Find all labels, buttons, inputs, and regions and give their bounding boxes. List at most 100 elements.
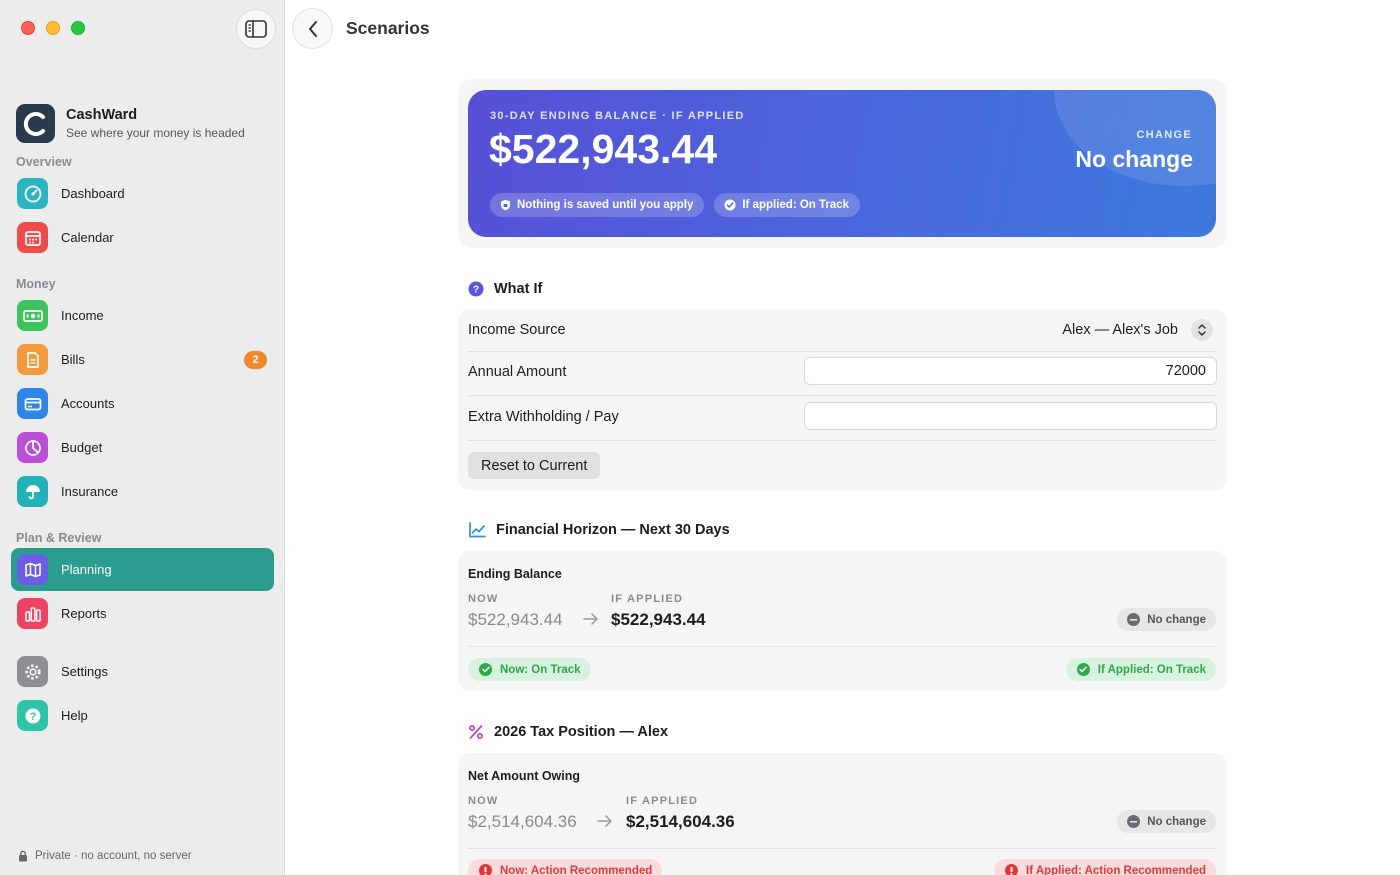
arrow-right-icon xyxy=(597,814,613,832)
if-applied-label: IF APPLIED xyxy=(626,795,699,807)
income-source-value: Alex — Alex's Job xyxy=(1062,322,1178,338)
if-applied-value: $522,943.44 xyxy=(611,610,706,629)
sidebar-item-label: Settings xyxy=(61,664,108,679)
chevron-left-icon xyxy=(308,20,317,37)
now-value: $2,514,604.36 xyxy=(468,812,577,831)
what-if-title: What If xyxy=(494,281,543,297)
tax-position-header: 2026 Tax Position — Alex xyxy=(468,724,668,740)
section-label-money: Money xyxy=(16,277,56,291)
divider xyxy=(468,440,1217,441)
divider xyxy=(468,646,1217,647)
income-source-label: Income Source xyxy=(468,321,566,338)
bills-count-badge: 2 xyxy=(244,351,267,369)
change-chip: No change xyxy=(1117,810,1216,833)
sidebar-item-label: Insurance xyxy=(61,484,119,499)
brand-tagline: See where your money is headed xyxy=(66,126,245,140)
if-applied-status-text: If Applied: Action Recommended xyxy=(1026,864,1206,875)
zoom-window-button[interactable] xyxy=(71,21,85,35)
sidebar-item-label: Accounts xyxy=(61,396,115,411)
cashward-logo-icon xyxy=(16,104,55,143)
brand-name: CashWard xyxy=(66,107,138,123)
divider xyxy=(468,848,1217,849)
not-saved-pill: Nothing is saved until you apply xyxy=(490,193,705,217)
hero-pills: Nothing is saved until you apply If appl… xyxy=(490,193,861,217)
not-saved-pill-text: Nothing is saved until you apply xyxy=(517,199,694,211)
checkmark-circle-icon xyxy=(1076,663,1090,676)
sidebar-item-label: Income xyxy=(61,308,104,323)
extra-withholding-input[interactable] xyxy=(804,402,1217,430)
net-amount-owing-title: Net Amount Owing xyxy=(468,769,581,783)
sidebar-item-label: Help xyxy=(61,708,88,723)
financial-horizon-card: Ending Balance NOW $522,943.44 IF APPLIE… xyxy=(458,551,1227,691)
if-applied-status-chip: If Applied: On Track xyxy=(1065,658,1216,681)
back-button[interactable] xyxy=(292,8,333,49)
section-label-plan-review: Plan & Review xyxy=(16,531,102,545)
banknote-icon xyxy=(17,300,48,331)
section-label-overview: Overview xyxy=(16,155,72,169)
annual-amount-input[interactable]: 72000 xyxy=(804,357,1217,385)
sidebar-item-income[interactable]: Income xyxy=(11,294,274,337)
now-status-text: Now: On Track xyxy=(500,663,581,676)
if-applied-status-chip: If Applied: Action Recommended xyxy=(994,859,1216,875)
sidebar-item-reports[interactable]: Reports xyxy=(11,592,274,635)
svg-text:?: ? xyxy=(29,711,36,723)
exclamation-circle-icon xyxy=(479,864,492,875)
gauge-icon xyxy=(17,178,48,209)
change-chip: No change xyxy=(1117,608,1216,631)
sidebar-item-help[interactable]: ? Help xyxy=(11,694,274,737)
financial-horizon-title: Financial Horizon — Next 30 Days xyxy=(496,522,730,538)
sidebar-item-bills[interactable]: Bills 2 xyxy=(11,338,274,381)
tax-position-title: 2026 Tax Position — Alex xyxy=(494,724,669,740)
credit-card-icon xyxy=(17,388,48,419)
divider xyxy=(468,395,1217,396)
umbrella-icon xyxy=(17,476,48,507)
hero-change-value: No change xyxy=(1075,146,1193,172)
lock-icon xyxy=(19,850,27,862)
minimize-window-button[interactable] xyxy=(46,21,60,35)
percent-icon xyxy=(468,724,484,740)
window-controls xyxy=(21,21,85,35)
sidebar-item-accounts[interactable]: Accounts xyxy=(11,382,274,425)
page-title: Scenarios xyxy=(346,18,430,38)
arrow-right-icon xyxy=(583,612,599,630)
now-value: $522,943.44 xyxy=(468,610,563,629)
sidebar-toggle-button[interactable] xyxy=(236,9,276,49)
sidebar-item-label: Budget xyxy=(61,440,103,455)
close-window-button[interactable] xyxy=(21,21,35,35)
divider xyxy=(468,351,1217,352)
if-applied-status-pill: If applied: On Track xyxy=(714,193,861,217)
if-applied-label: IF APPLIED xyxy=(611,593,684,605)
sidebar: CashWard See where your money is headed … xyxy=(0,0,285,875)
privacy-footer: Private · no account, no server xyxy=(18,850,192,862)
tax-position-card: Net Amount Owing NOW $2,514,604.36 IF AP… xyxy=(458,753,1227,875)
checkmark-circle-icon xyxy=(724,199,736,211)
income-source-picker[interactable]: Alex — Alex's Job xyxy=(1062,319,1213,341)
sidebar-item-calendar[interactable]: Calendar xyxy=(11,216,274,259)
now-status-chip: Now: Action Recommended xyxy=(468,859,663,875)
bar-chart-icon xyxy=(17,598,48,629)
change-chip-text: No change xyxy=(1147,815,1206,828)
what-if-card: Income Source Alex — Alex's Job Annual A… xyxy=(458,309,1227,490)
ending-balance-title: Ending Balance xyxy=(468,567,562,581)
extra-withholding-label: Extra Withholding / Pay xyxy=(468,408,619,425)
sidebar-toggle-icon xyxy=(245,20,267,38)
sidebar-item-insurance[interactable]: Insurance xyxy=(11,470,274,513)
checkmark-circle-icon xyxy=(479,663,492,676)
exclamation-circle-icon xyxy=(1005,864,1019,875)
sidebar-item-budget[interactable]: Budget xyxy=(11,426,274,469)
minus-circle-icon xyxy=(1127,613,1141,626)
pie-chart-icon xyxy=(17,432,48,463)
hero-kicker: 30-DAY ENDING BALANCE · IF APPLIED xyxy=(490,110,745,122)
sidebar-item-dashboard[interactable]: Dashboard xyxy=(11,172,274,215)
if-applied-value: $2,514,604.36 xyxy=(626,812,735,831)
sidebar-item-label: Calendar xyxy=(61,230,114,245)
sidebar-item-planning[interactable]: Planning xyxy=(11,548,274,591)
reset-to-current-button[interactable]: Reset to Current xyxy=(468,452,601,479)
question-circle-icon: ? xyxy=(468,281,484,297)
sidebar-item-settings[interactable]: Settings xyxy=(11,650,274,693)
document-icon xyxy=(17,344,48,375)
hero-change-label: CHANGE xyxy=(1136,129,1192,141)
now-status-chip: Now: On Track xyxy=(468,658,591,681)
minus-circle-icon xyxy=(1127,815,1141,828)
what-if-header: ? What If xyxy=(468,281,542,297)
